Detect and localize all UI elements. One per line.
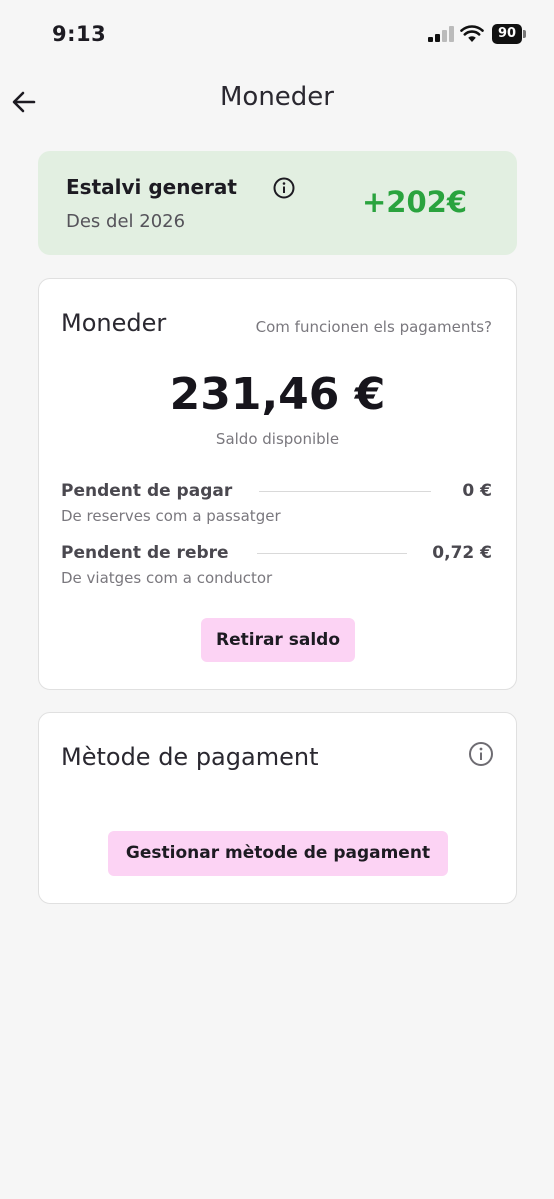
pending-receive-sub: De viatges com a conductor [61,569,273,587]
payment-method-title: Mètode de pagament [61,743,319,771]
wallet-title: Moneder [61,309,167,337]
pending-pay-sub: De reserves com a passatger [61,507,281,525]
savings-banner: Estalvi generat Des del 2026 +202€ [38,151,517,255]
divider-line [257,553,407,554]
battery-icon: 90 [492,24,522,44]
info-icon[interactable] [273,177,295,199]
savings-subtitle: Des del 2026 [66,211,186,232]
payment-method-card: Mètode de pagament Gestionar mètode de p… [38,712,517,904]
pending-pay-value: 0 € [462,481,492,501]
pending-receive-label: Pendent de rebre [61,543,229,563]
wifi-icon [460,25,484,42]
status-bar: 9:13 90 [0,0,554,70]
battery-tip [523,30,526,38]
manage-payment-method-button[interactable]: Gestionar mètode de pagament [108,831,448,876]
balance-label: Saldo disponible [215,430,340,448]
page-title: Moneder [219,82,334,112]
wallet-card: Moneder Com funcionen els pagaments? 231… [38,278,517,690]
signal-icon [428,26,456,42]
status-time: 9:13 [52,22,107,46]
app-header: Moneder [0,70,554,130]
divider-line [259,491,431,492]
pending-pay-label: Pendent de pagar [61,481,233,501]
withdraw-balance-button[interactable]: Retirar saldo [201,618,355,662]
savings-amount: +202€ [361,185,467,219]
pending-receive-value: 0,72 € [432,543,492,563]
how-payments-work-link[interactable]: Com funcionen els pagaments? [256,318,492,336]
savings-title: Estalvi generat [66,175,237,199]
info-icon[interactable] [468,741,494,767]
balance-amount: 231,46 € [169,369,386,420]
